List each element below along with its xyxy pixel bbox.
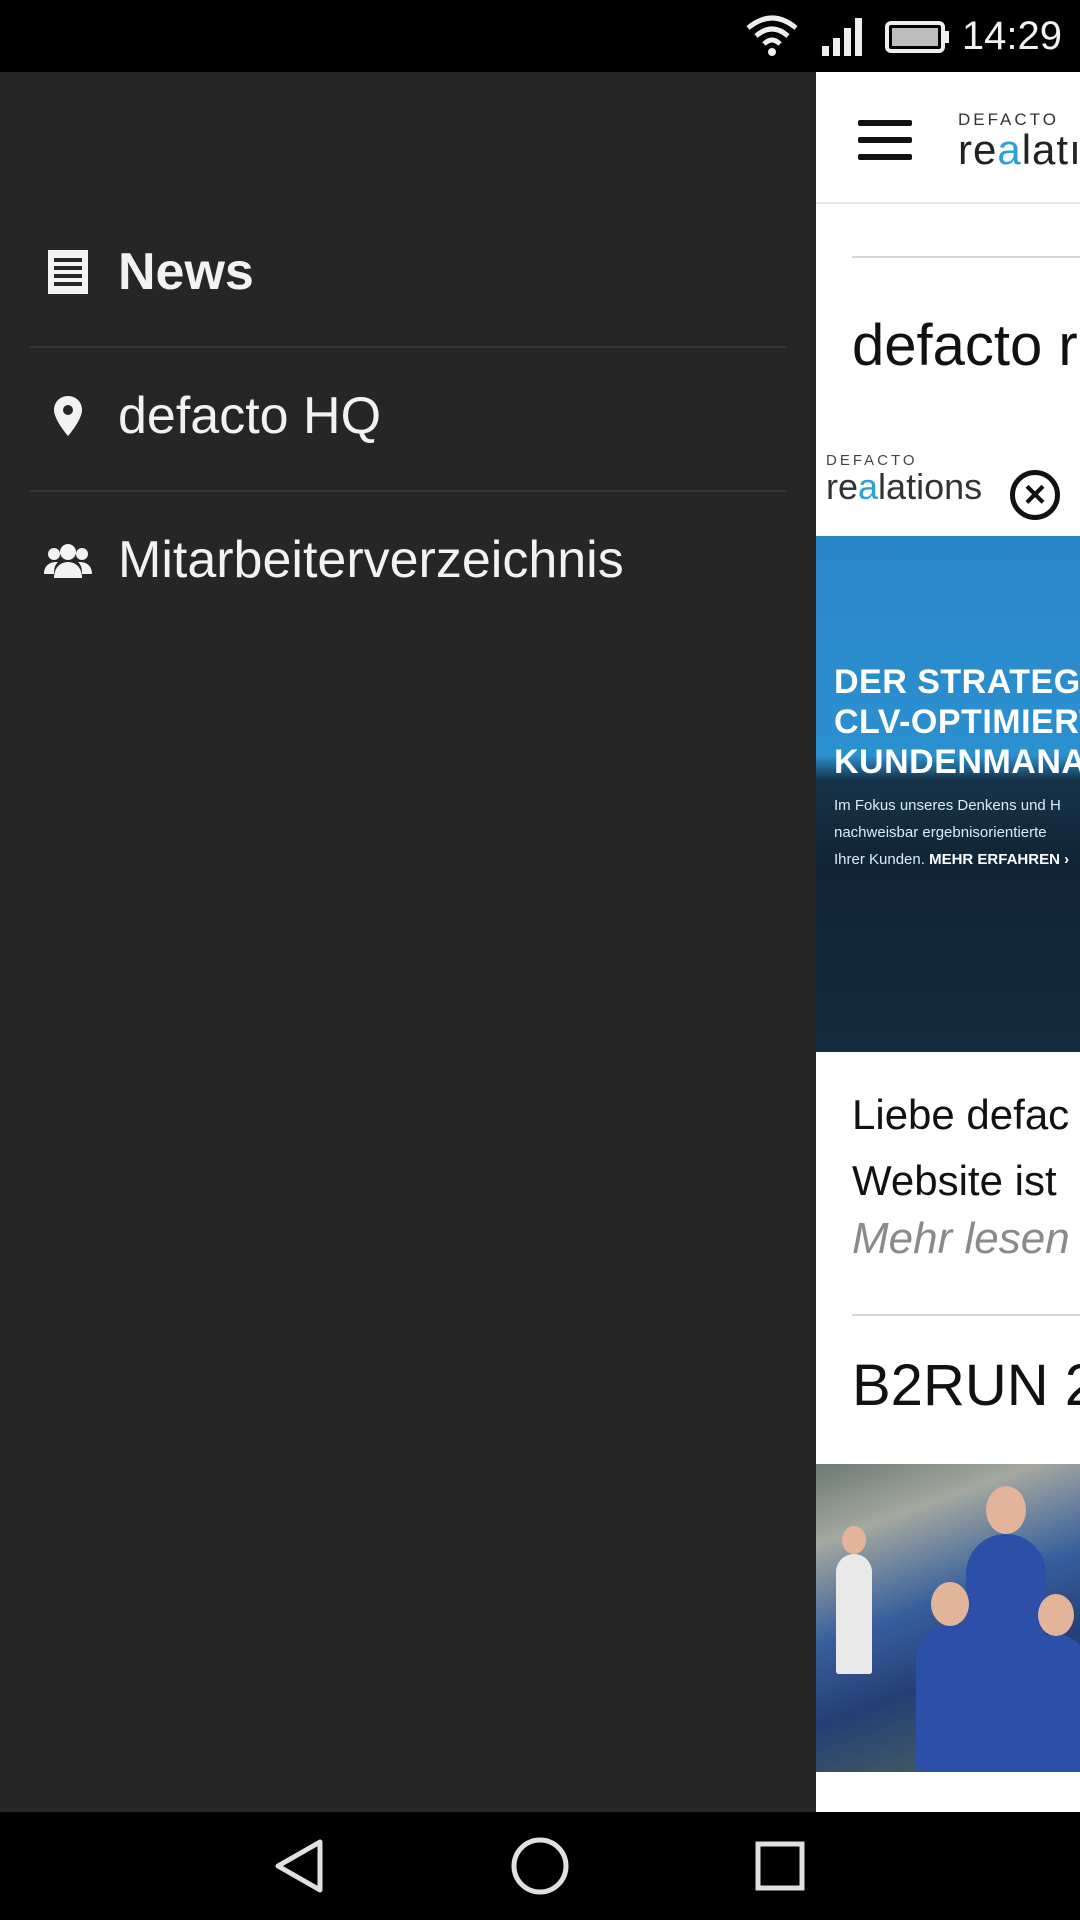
home-circle-icon[interactable]	[510, 1836, 570, 1896]
navigation-drawer: News defacto HQ Mitarbeiterverzeichnis	[0, 72, 816, 1812]
drawer-item-label: Mitarbeiterverzeichnis	[118, 531, 624, 589]
drawer-item-defacto-hq[interactable]: defacto HQ	[30, 344, 786, 488]
drawer-item-mitarbeiterverzeichnis[interactable]: Mitarbeiterverzeichnis	[30, 488, 786, 632]
people-group-icon	[30, 530, 106, 590]
battery-icon	[885, 21, 949, 53]
status-clock: 14:29	[961, 14, 1062, 58]
recents-square-icon[interactable]	[750, 1836, 810, 1896]
drawer-item-label: News	[118, 243, 254, 301]
system-navigation-bar	[0, 1812, 1080, 1920]
cell-signal-icon	[822, 18, 862, 56]
news-list-icon	[30, 242, 106, 302]
back-triangle-icon[interactable]	[270, 1836, 330, 1896]
drawer-scrim[interactable]	[816, 72, 1080, 1812]
drawer-item-label: defacto HQ	[118, 387, 382, 445]
drawer-item-news[interactable]: News	[30, 200, 786, 344]
location-pin-icon	[30, 386, 106, 446]
status-bar: 14:29	[0, 0, 1080, 72]
wifi-icon	[746, 15, 798, 56]
